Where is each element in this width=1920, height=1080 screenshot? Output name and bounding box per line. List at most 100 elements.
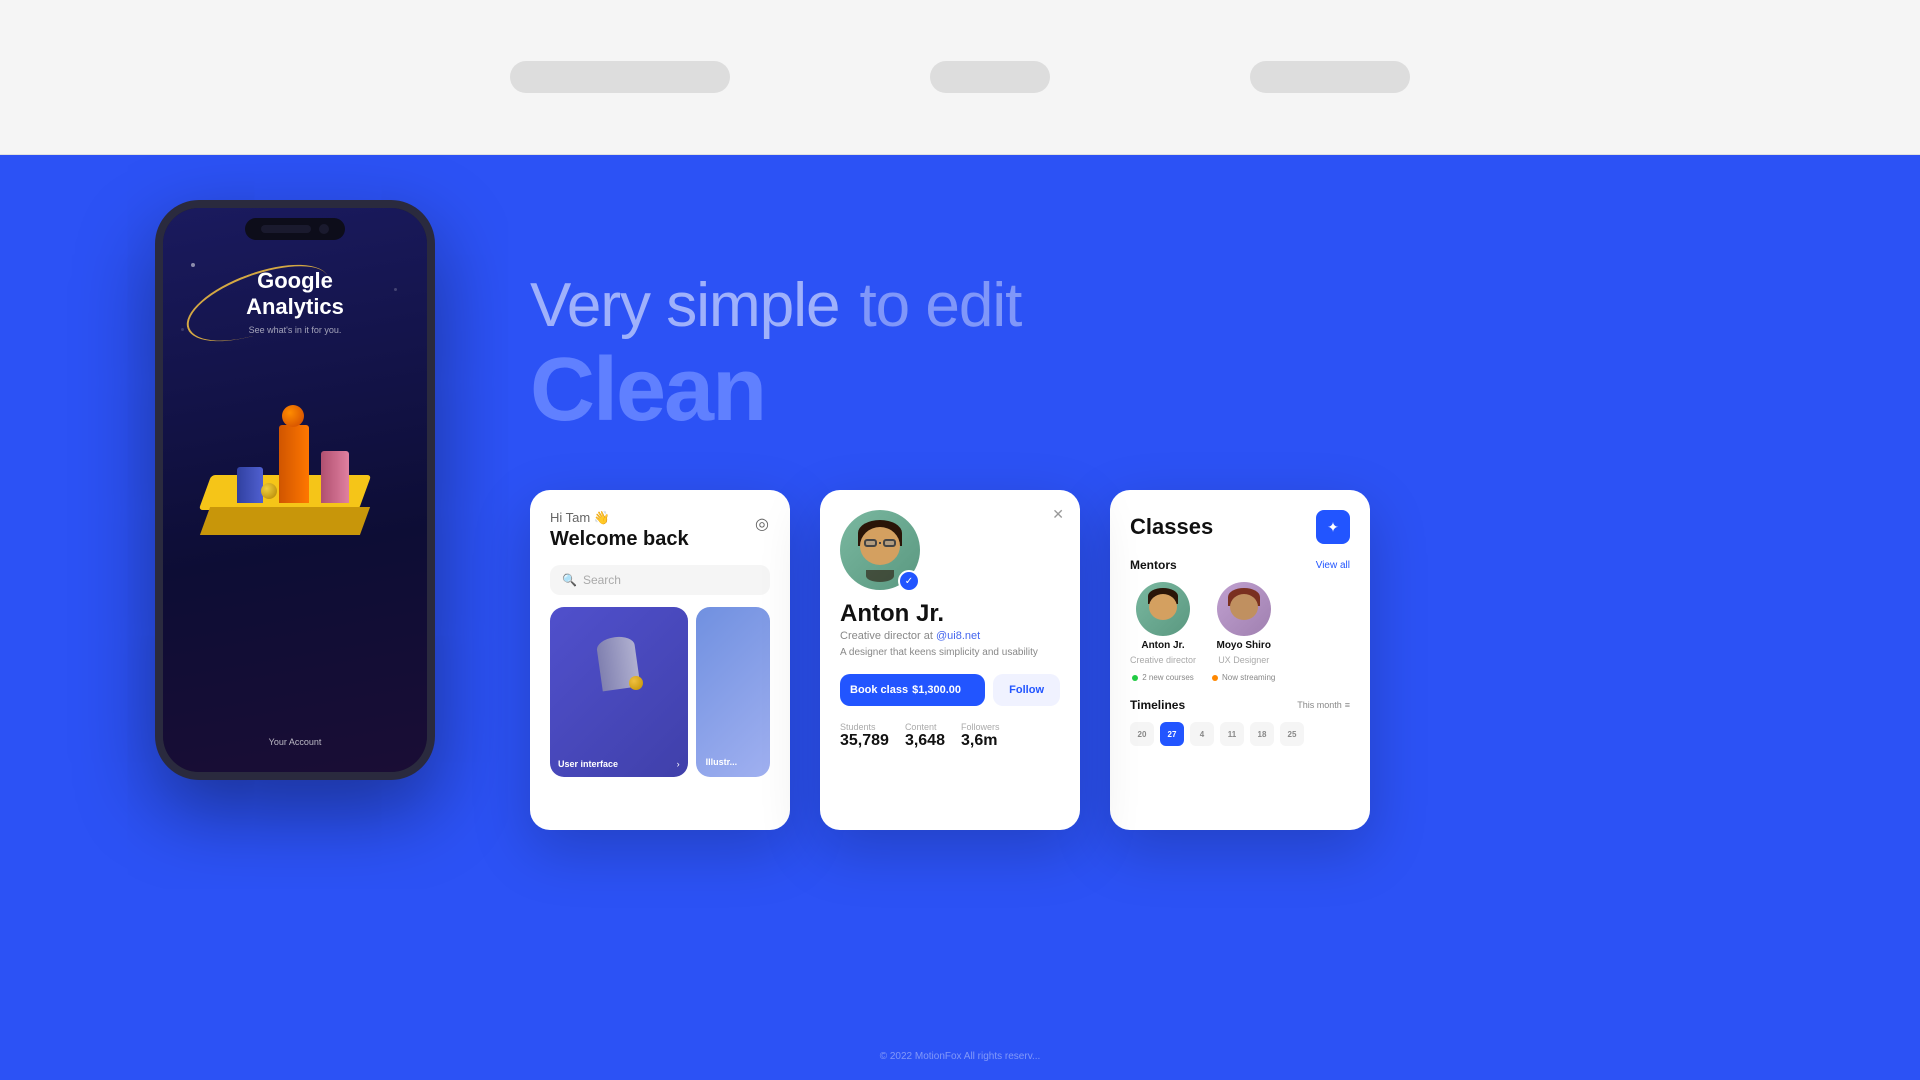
profile-handle: @ui8.net	[936, 630, 980, 642]
mentor-1-badge: 2 new courses	[1132, 673, 1194, 682]
mini-3d-purple	[569, 622, 669, 712]
mentor-2-name: Moyo Shiro	[1216, 640, 1270, 651]
mentor-2-figure	[1221, 586, 1267, 632]
top-section	[0, 0, 1920, 155]
close-button[interactable]: ✕	[1052, 506, 1064, 523]
mentor-1-badge-text: 2 new courses	[1142, 673, 1194, 682]
cal-day-20: 20	[1130, 722, 1154, 746]
tile-blue: Illustr...	[696, 607, 770, 777]
phone-screen: Google Analytics See what's in it for yo…	[163, 208, 427, 772]
glass-bridge	[879, 542, 881, 544]
classes-header: Classes ✦	[1130, 510, 1350, 544]
view-all-link[interactable]: View all	[1316, 560, 1350, 571]
timelines-filter[interactable]: This month ≡	[1297, 700, 1350, 710]
badge-dot-orange	[1212, 675, 1218, 681]
stat-followers-label: Followers	[961, 722, 1000, 732]
stat-students: Students 35,789	[840, 722, 889, 750]
copyright-text: © 2022 MotionFox All rights reserv...	[880, 1051, 1041, 1062]
badge-dot-green	[1132, 675, 1138, 681]
class-price: $1,300.00	[912, 684, 961, 696]
mentor-1-name: Anton Jr.	[1141, 640, 1184, 651]
mentor-2-avatar	[1217, 582, 1271, 636]
stat-students-value: 35,789	[840, 732, 889, 750]
mentor-1-figure	[1140, 586, 1186, 632]
top-pill-3	[1250, 61, 1410, 93]
search-bar[interactable]: 🔍 Search	[550, 565, 770, 595]
cal-day-18: 18	[1250, 722, 1274, 746]
avatar-glasses	[864, 539, 896, 547]
image-tiles: User interface › Illustr...	[550, 607, 770, 777]
tile-blue-label: Illustr...	[696, 607, 770, 777]
stat-content-label: Content	[905, 722, 945, 732]
cal-day-4: 4	[1190, 722, 1214, 746]
phone-deco-line	[177, 249, 338, 357]
avatar-area: ✓	[840, 510, 1060, 590]
text-to-edit: to edit	[859, 275, 1021, 337]
mentor-2-role: UX Designer	[1218, 655, 1269, 665]
phone-account-label: Your Account	[269, 737, 322, 747]
top-pill-2	[930, 61, 1050, 93]
tile-purple: User interface ›	[550, 607, 688, 777]
stat-content-value: 3,648	[905, 732, 945, 750]
cal-day-11: 11	[1220, 722, 1244, 746]
top-bar	[510, 61, 1410, 93]
tile-arrow: ›	[677, 759, 680, 769]
mentor-2-badge-text: Now streaming	[1222, 673, 1275, 682]
deco-dot-2	[394, 288, 397, 291]
cal-day-27[interactable]: 27	[1160, 722, 1184, 746]
hero-text-area: Very simple to edit Clean	[530, 275, 1021, 435]
timelines-section: Timelines This month ≡ 20 27 4 11 18 25	[1130, 698, 1350, 746]
mentors-row: Anton Jr. Creative director 2 new course…	[1130, 582, 1350, 682]
mentors-section-header: Mentors View all	[1130, 558, 1350, 572]
bar-pink	[321, 451, 349, 503]
profile-name: Anton Jr.	[840, 600, 1060, 628]
stat-students-label: Students	[840, 722, 889, 732]
bar-orange	[279, 425, 309, 503]
eye-icon[interactable]: ◎	[750, 512, 774, 536]
phone-chart	[185, 355, 405, 575]
main-section: Google Analytics See what's in it for yo…	[0, 155, 1920, 1080]
mentors-label: Mentors	[1130, 558, 1177, 572]
glass-right	[883, 539, 896, 547]
profile-stats: Students 35,789 Content 3,648 Followers …	[840, 722, 1060, 750]
tile-bottom: User interface ›	[558, 759, 680, 769]
bar-blue	[237, 467, 263, 503]
text-very-simple: Very simple	[530, 275, 839, 337]
card-welcome: Hi Tam 👋 Welcome back ◎ 🔍 Search	[530, 490, 790, 830]
classes-title: Classes	[1130, 514, 1213, 540]
mentor-1-role: Creative director	[1130, 655, 1196, 665]
mini-ball	[629, 676, 643, 690]
avatar-wrapper: ✓	[840, 510, 920, 590]
mentor-2-badge: Now streaming	[1212, 673, 1275, 682]
profile-actions: Book class $1,300.00 Follow	[840, 674, 1060, 706]
deco-dot-3	[181, 328, 184, 331]
avatar-beard	[866, 570, 894, 582]
tile-label-1: User interface	[558, 759, 618, 769]
search-placeholder: Search	[583, 573, 621, 587]
phone-frame: Google Analytics See what's in it for yo…	[155, 200, 435, 780]
mentor-1: Anton Jr. Creative director 2 new course…	[1130, 582, 1196, 682]
stat-content: Content 3,648	[905, 722, 945, 750]
text-line-1: Very simple to edit	[530, 275, 1021, 337]
card-welcome-title: Welcome back	[550, 528, 770, 551]
cal-day-25: 25	[1280, 722, 1304, 746]
ball-orange	[282, 405, 304, 427]
follow-button[interactable]: Follow	[993, 674, 1060, 706]
timelines-calendar: 20 27 4 11 18 25	[1130, 722, 1350, 746]
phone-mockup: Google Analytics See what's in it for yo…	[155, 200, 435, 780]
card-greeting: Hi Tam 👋	[550, 510, 770, 526]
cards-area: Hi Tam 👋 Welcome back ◎ 🔍 Search	[530, 490, 1370, 830]
classes-icon: ✦	[1316, 510, 1350, 544]
platform-side	[200, 507, 370, 535]
profile-role: Creative director at @ui8.net	[840, 630, 1060, 642]
timelines-title: Timelines	[1130, 698, 1185, 712]
search-icon: 🔍	[562, 573, 577, 587]
glass-left	[864, 539, 877, 547]
phone-notch-dot	[319, 224, 329, 234]
deco-dot-1	[191, 263, 195, 267]
profile-desc: A designer that keens simplicity and usa…	[840, 646, 1060, 660]
verified-badge: ✓	[898, 570, 920, 592]
stat-followers: Followers 3,6m	[961, 722, 1000, 750]
ball-yellow	[261, 483, 277, 499]
book-class-button[interactable]: Book class $1,300.00	[840, 674, 985, 706]
